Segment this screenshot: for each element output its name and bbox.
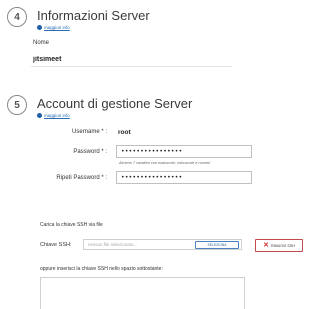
ssh-upload-label: Carica la chiave SSH via file [40, 222, 103, 228]
remove-ssh-button[interactable]: ✕ RIMUOVI SSH [255, 239, 303, 252]
close-icon: ✕ [263, 242, 270, 249]
ssh-file-placeholder: nessun file selezionato... [88, 242, 138, 247]
section-4-info-link[interactable]: maggiori info [37, 25, 70, 30]
ssh-paste-label: oppure inserisci la chiave SSH nello spa… [40, 266, 163, 272]
step-4-number: 4 [14, 11, 20, 23]
password-hint: Almeno 7 caratteri con maiuscole, minusc… [119, 161, 211, 165]
info-link-text: maggiori info [44, 25, 70, 30]
step-4-badge: 4 [7, 7, 27, 27]
password-label: Password * : [73, 149, 107, 155]
repeat-password-label: Ripeti Password * : [56, 175, 107, 181]
select-file-button[interactable]: SELEZIONA [195, 241, 239, 249]
step-5-badge: 5 [7, 95, 27, 115]
username-label: Username * : [71, 129, 107, 135]
section-5-info-link[interactable]: maggiori info [37, 113, 70, 118]
step-5-number: 5 [14, 99, 20, 111]
section-4-title: Informazioni Server [37, 8, 150, 23]
server-name-input[interactable] [31, 53, 232, 67]
name-label: Nome [33, 40, 50, 46]
password-input[interactable] [116, 145, 252, 158]
info-link-text: maggiori info [44, 113, 70, 118]
remove-ssh-label: RIMUOVI SSH [271, 243, 295, 248]
ssh-key-label: Chiave SSH: [40, 242, 72, 248]
username-value: root [118, 129, 131, 136]
info-icon [37, 25, 42, 30]
info-icon [37, 113, 42, 118]
repeat-password-input[interactable] [116, 171, 252, 184]
ssh-key-textarea[interactable] [40, 277, 245, 309]
section-5-title: Account di gestione Server [37, 96, 193, 111]
